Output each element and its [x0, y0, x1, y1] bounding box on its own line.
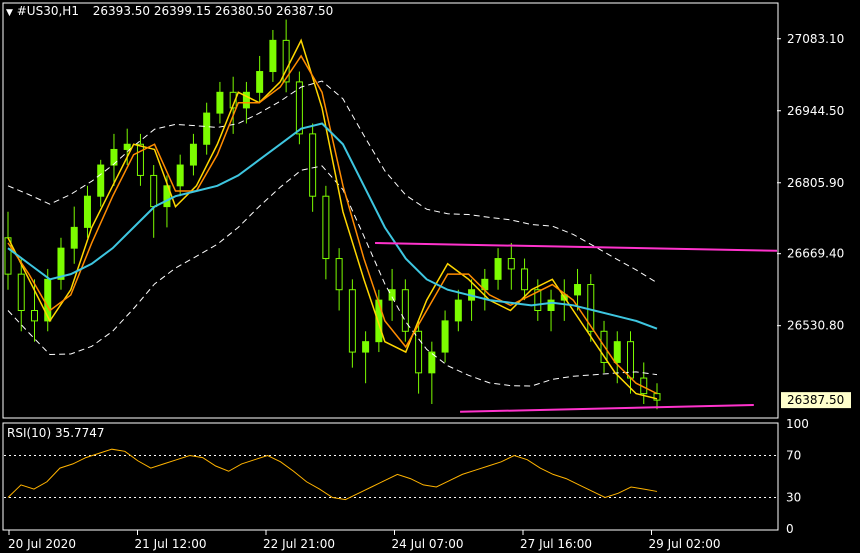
chart-header: ▼ #US30,H1 26393.50 26399.15 26380.50 26…: [6, 4, 333, 18]
date-tick-label: 27 Jul 16:00: [520, 537, 592, 551]
date-tick-label: 22 Jul 21:00: [263, 537, 335, 551]
candle-body: [70, 226, 78, 249]
candle-body: [295, 81, 303, 135]
current-price-label: 26387.50: [787, 393, 844, 407]
candle-body: [507, 258, 515, 270]
candle-body: [189, 143, 197, 166]
candle-body: [30, 310, 38, 322]
rsi-tick-label: 100: [786, 417, 809, 431]
candle-body: [44, 278, 52, 322]
candle-body: [375, 299, 383, 343]
candle-body: [203, 112, 211, 145]
price-tick-label: 26530.80: [787, 319, 844, 333]
price-tick-label: 27083.10: [787, 32, 844, 46]
candle-body: [348, 289, 356, 353]
candle-body: [176, 164, 184, 187]
candle-body: [547, 299, 555, 312]
candle-body: [613, 341, 621, 363]
date-tick-label: 29 Jul 02:00: [649, 537, 721, 551]
candle-body: [57, 247, 65, 280]
rsi-tick-label: 30: [786, 491, 801, 505]
chart-background: [0, 0, 860, 553]
candle-body: [150, 174, 158, 208]
candle-body: [441, 320, 449, 353]
candle-body: [362, 341, 370, 353]
date-tick-label: 24 Jul 07:00: [392, 537, 464, 551]
price-tick-label: 26805.90: [787, 176, 844, 190]
rsi-tick-label: 70: [786, 449, 801, 463]
date-tick-label: 20 Jul 2020: [8, 537, 76, 551]
candle-body: [574, 284, 582, 296]
price-tick-label: 26669.40: [787, 247, 844, 261]
candle-body: [136, 143, 144, 176]
date-tick-label: 21 Jul 12:00: [135, 537, 207, 551]
chart-canvas: 27083.10 26944.50 26805.90 26669.40 26530.80…: [0, 0, 860, 553]
candle-body: [123, 143, 131, 150]
symbol-timeframe: #US30,H1: [16, 4, 79, 18]
header-dropdown-icon[interactable]: ▼: [6, 8, 13, 18]
ohlc-values: 26393.50 26399.15 26380.50 26387.50: [92, 4, 334, 18]
price-tick-label: 26944.50: [787, 104, 844, 118]
rsi-tick-label: 0: [786, 522, 794, 536]
candle-body: [256, 71, 264, 93]
rsi-header: RSI(10) 35.7747: [7, 426, 105, 440]
candle-body: [494, 258, 502, 280]
candle-body: [401, 289, 409, 332]
candle-body: [322, 195, 330, 260]
candle-body: [454, 299, 462, 322]
candle-body: [415, 330, 423, 374]
candle-body: [216, 91, 224, 114]
candle-body: [521, 268, 529, 291]
candle-body: [653, 393, 661, 401]
candle-body: [17, 273, 25, 312]
candle-body: [97, 164, 105, 197]
candle-body: [335, 258, 343, 291]
candle-body: [269, 39, 277, 73]
candle-body: [309, 133, 317, 197]
candle-body: [388, 289, 396, 301]
candle-body: [83, 195, 91, 228]
